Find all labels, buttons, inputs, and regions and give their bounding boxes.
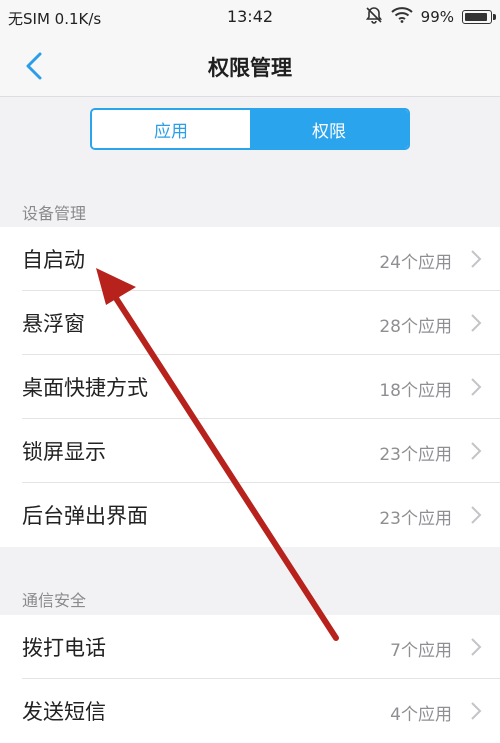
battery-percent: 99% (420, 8, 454, 26)
segmented-control: 应用 权限 (90, 108, 410, 150)
list-item-label: 桌面快捷方式 (22, 376, 148, 400)
nav-bar: 权限管理 (0, 34, 500, 97)
chevron-right-icon (471, 638, 482, 656)
chevron-right-icon (471, 378, 482, 396)
wifi-icon (390, 7, 413, 27)
list-item-autostart[interactable]: 自启动 24个应用 (0, 227, 500, 291)
app-count: 28个应用 (379, 317, 452, 337)
tab-apps[interactable]: 应用 (92, 110, 250, 148)
page-title: 权限管理 (208, 56, 292, 80)
list-item-label: 锁屏显示 (22, 440, 106, 464)
status-right: 99% (365, 6, 496, 28)
list-item-floating-window[interactable]: 悬浮窗 28个应用 (0, 291, 500, 355)
list-item-label: 发送短信 (22, 700, 106, 724)
list-item-phone-calls[interactable]: 拨打电话 7个应用 (0, 615, 500, 679)
app-count: 23个应用 (379, 445, 452, 465)
chevron-right-icon (471, 506, 482, 524)
app-count: 23个应用 (379, 509, 452, 529)
list-item-send-sms[interactable]: 发送短信 4个应用 (0, 679, 500, 743)
list-item-label: 自启动 (22, 248, 85, 272)
device-management-list: 自启动 24个应用 悬浮窗 28个应用 桌面快捷方式 18个应用 锁屏显示 23… (0, 227, 500, 547)
alarm-off-icon (365, 6, 383, 28)
status-bar: 无SIM 0.1K/s 13:42 99% (0, 0, 500, 34)
chevron-right-icon (471, 250, 482, 268)
section-header-communication-security: 通信安全 (22, 591, 87, 610)
app-count: 18个应用 (379, 381, 452, 401)
list-item-label: 拨打电话 (22, 636, 106, 660)
section-header-device-management: 设备管理 (22, 204, 87, 223)
communication-security-list: 拨打电话 7个应用 发送短信 4个应用 (0, 615, 500, 743)
list-item-label: 悬浮窗 (22, 312, 85, 336)
battery-icon (462, 10, 496, 24)
chevron-right-icon (471, 702, 482, 720)
list-item-desktop-shortcut[interactable]: 桌面快捷方式 18个应用 (0, 355, 500, 419)
app-count: 7个应用 (390, 641, 452, 661)
chevron-right-icon (471, 314, 482, 332)
list-item-lockscreen-display[interactable]: 锁屏显示 23个应用 (0, 419, 500, 483)
app-count: 4个应用 (390, 705, 452, 725)
tab-permissions[interactable]: 权限 (250, 110, 408, 148)
app-count: 24个应用 (379, 253, 452, 273)
list-item-background-popup[interactable]: 后台弹出界面 23个应用 (0, 483, 500, 547)
list-item-label: 后台弹出界面 (22, 504, 148, 528)
chevron-right-icon (471, 442, 482, 460)
